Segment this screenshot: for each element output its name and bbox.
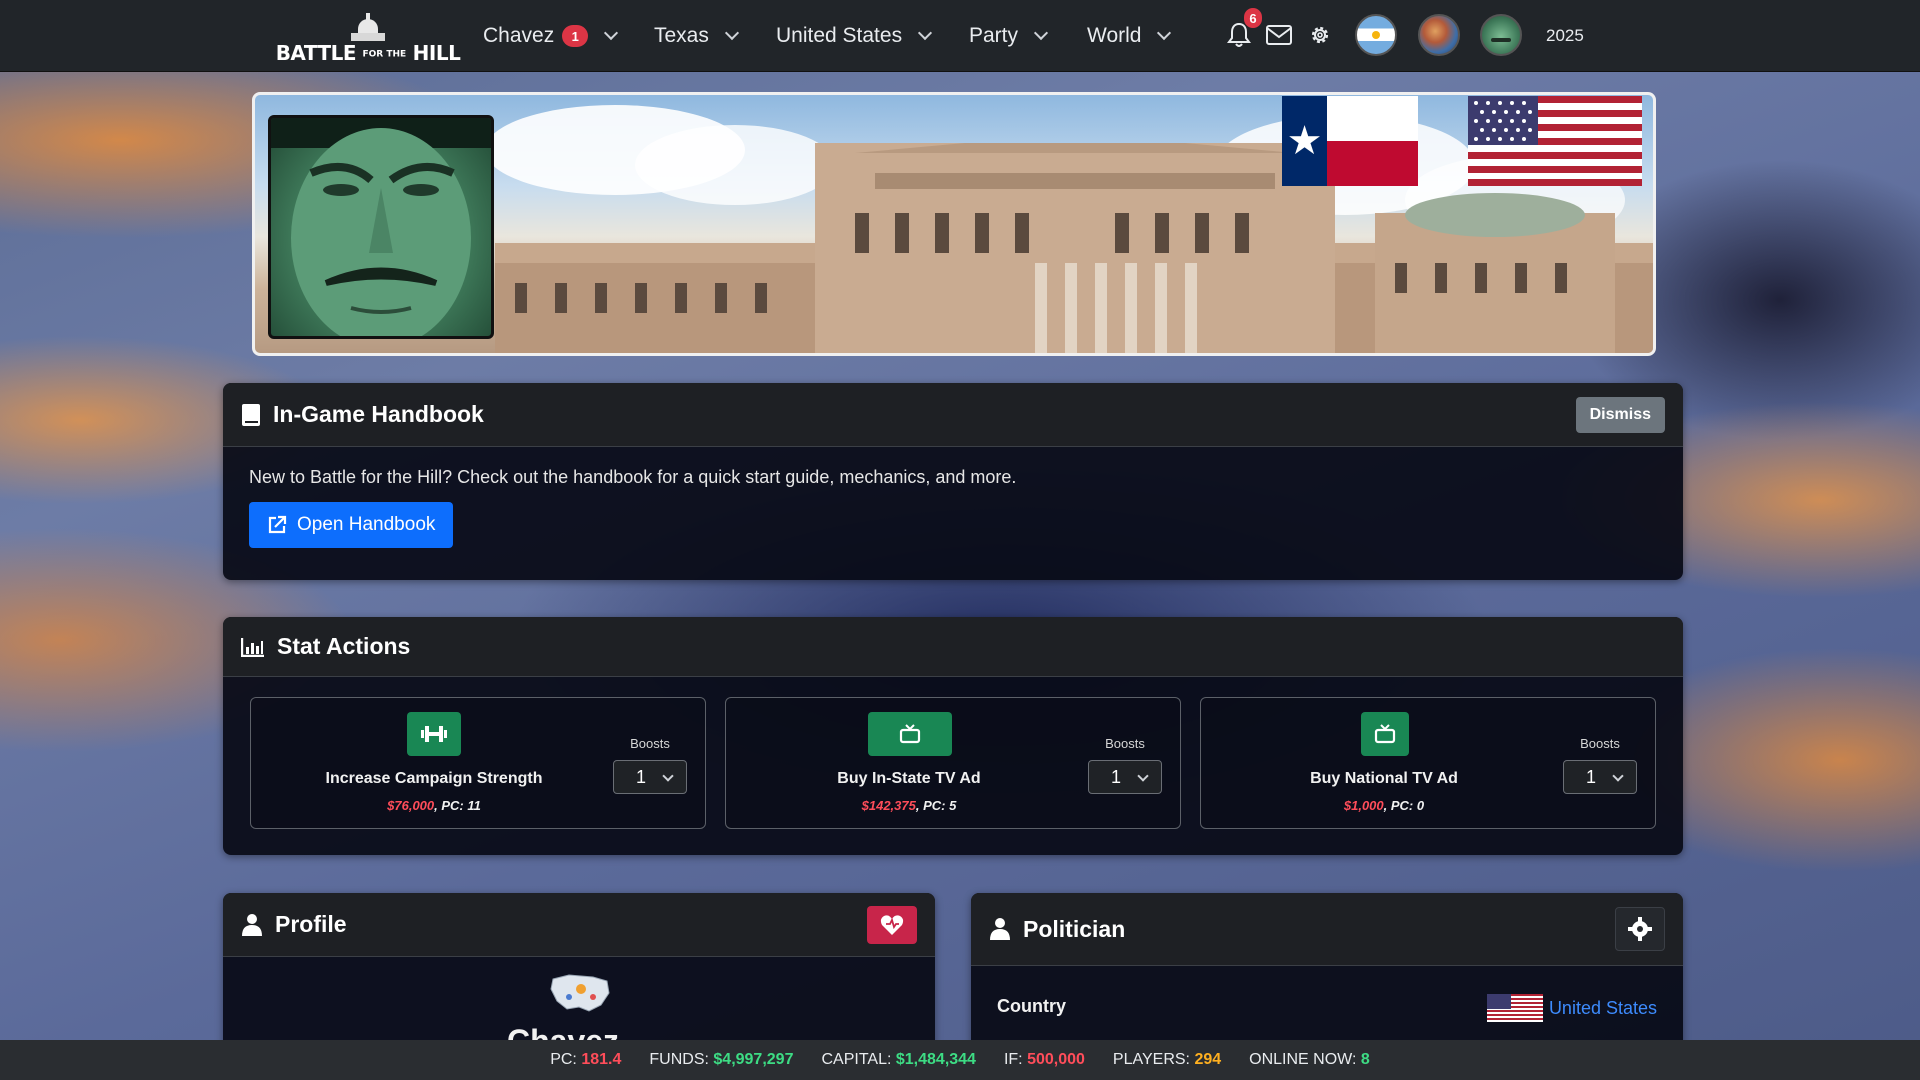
politician-avatar[interactable] [1480,14,1522,56]
heart-icon [880,915,904,935]
footer-online: ONLINE NOW: 8 [1249,1051,1370,1068]
stat-action-title: Buy National TV Ad [1310,770,1458,787]
footer-if: IF: 500,000 [1003,1051,1085,1068]
chevron-down-icon [918,25,933,41]
footer-players: PLAYERS: 294 [1112,1051,1222,1068]
user-alert-badge: 1 [562,25,589,47]
country-flag-avatar[interactable] [1355,14,1397,56]
us-flag [1468,96,1642,186]
external-link-icon [268,515,287,534]
stat-actions-header: Stat Actions [223,617,1683,677]
notification-count-badge: 6 [1244,8,1262,28]
boosts-select[interactable]: 1 [1563,760,1637,794]
stat-action-title: Buy In-State TV Ad [837,770,981,787]
world-map-avatar[interactable] [1418,14,1460,56]
politician-card-header: Politician [971,893,1683,966]
stat-action-title: Increase Campaign Strength [325,770,543,787]
boosts-label: Boosts [1105,736,1145,751]
bar-chart-icon [241,637,264,657]
chevron-down-icon [604,25,619,41]
dismiss-button[interactable]: Dismiss [1575,397,1665,433]
chevron-down-icon [724,25,739,41]
person-icon [990,918,1010,940]
open-handbook-button[interactable]: Open Handbook [249,502,454,548]
tv-icon [1361,712,1409,756]
chevron-down-icon [1137,770,1149,782]
profile-card-header: Profile [223,893,935,957]
capitol-dome-icon [351,12,385,41]
boosts-select[interactable]: 1 [1088,760,1162,794]
stat-action-national-tv-ad[interactable]: Buy National TV Ad $1,000, PC: 0 Boosts … [1200,697,1656,829]
open-handbook-label: Open Handbook [297,514,436,535]
boosts-label: Boosts [1580,736,1620,751]
nav-party-dropdown[interactable]: Party [969,0,1049,72]
politician-settings-button[interactable] [1615,907,1665,951]
game-year: 2025 [1546,26,1584,45]
us-flag-icon [1486,994,1543,1022]
stat-actions-card: Stat Actions Increase Campaign Strength … [223,617,1683,855]
stat-action-campaign-strength[interactable]: Increase Campaign Strength $76,000, PC: … [250,697,706,829]
nav-world-dropdown[interactable]: World [1087,0,1172,72]
stat-action-in-state-tv-ad[interactable]: Buy In-State TV Ad $142,375, PC: 5 Boost… [725,697,1181,829]
us-map-icon [550,974,610,1012]
messages-button[interactable] [1264,20,1294,50]
handbook-description: New to Battle for the Hill? Check out th… [249,467,1017,487]
stat-action-cost: $142,375, PC: 5 [861,798,957,813]
top-navbar: BATTLE FOR THE HILL Chavez 1 Texas Unite… [0,0,1920,72]
chevron-down-icon [1612,770,1624,782]
status-footer: PC: 181.4 FUNDS: $4,997,297 CAPITAL: $1,… [0,1040,1920,1080]
nav-country-label: United States [776,24,903,47]
stat-action-cost: $76,000, PC: 11 [387,798,481,813]
nav-party-label: Party [969,24,1019,47]
politician-title: Politician [1023,915,1126,942]
person-icon [242,913,262,936]
notifications-button[interactable]: 6 [1224,8,1262,50]
stat-action-cost: $1,000, PC: 0 [1343,798,1425,813]
book-icon [242,403,260,426]
favorite-button[interactable] [867,906,917,944]
sun-icon [1372,31,1380,39]
politician-portrait [268,115,494,339]
nav-country-dropdown[interactable]: United States [776,0,933,72]
handbook-card: In-Game Handbook Dismiss New to Battle f… [223,383,1683,580]
brand-text: BATTLE FOR THE HILL [275,40,461,65]
footer-pc: PC: 181.4 [550,1051,622,1068]
nav-state-dropdown[interactable]: Texas [654,0,739,72]
settings-button[interactable] [1305,20,1335,50]
profile-title: Profile [275,911,347,937]
profile-card-body: Chavez [223,957,935,1053]
nav-world-label: World [1087,24,1142,47]
handbook-card-header: In-Game Handbook Dismiss [223,383,1683,447]
profile-card: Profile Chavez [223,893,935,1053]
chevron-down-icon [662,770,674,782]
chevron-down-icon [1033,25,1049,41]
handbook-card-body: New to Battle for the Hill? Check out th… [223,447,1683,568]
politician-card-body: Country United States [971,966,1683,1046]
brand-logo[interactable]: BATTLE FOR THE HILL [276,6,461,66]
dumbbell-icon [407,712,461,756]
envelope-icon [1266,25,1292,45]
footer-funds: FUNDS: $4,997,297 [649,1051,794,1068]
nav-user-dropdown[interactable]: Chavez 1 [483,0,619,72]
politician-card: Politician Country United States [971,893,1683,1053]
handbook-title: In-Game Handbook [273,401,484,427]
boosts-label: Boosts [630,736,670,751]
stat-actions-title: Stat Actions [277,633,411,659]
chevron-down-icon [1157,25,1172,41]
country-label: Country [997,996,1066,1016]
texas-flag: ★ [1282,96,1418,186]
boosts-select[interactable]: 1 [613,760,687,794]
nav-state-label: Texas [654,24,709,47]
face-portrait-image [271,118,491,336]
star-icon: ★ [1282,96,1327,186]
nav-user-label: Chavez [483,24,555,47]
country-value[interactable]: United States [1486,994,1657,1022]
footer-capital: CAPITAL: $1,484,344 [821,1051,976,1068]
gear-icon [1311,26,1329,44]
tv-icon [868,712,952,756]
gear-icon [1628,917,1652,941]
